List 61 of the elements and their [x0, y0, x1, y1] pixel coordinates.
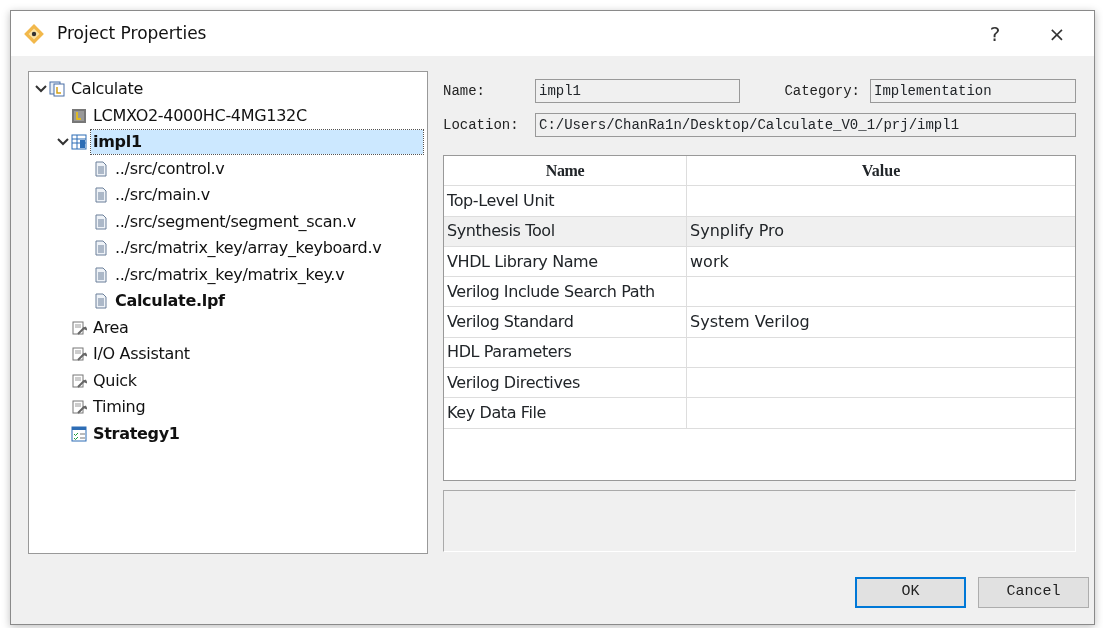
- file-icon: [93, 293, 109, 310]
- property-name: Key Data File: [447, 402, 546, 424]
- table-row[interactable]: Verilog Directives: [444, 368, 1075, 399]
- name-label: Name:: [443, 81, 486, 101]
- property-name: HDL Parameters: [447, 341, 572, 364]
- category-field[interactable]: Implementation: [870, 79, 1076, 103]
- checklist-icon: [71, 425, 87, 442]
- table-row[interactable]: Verilog Include Search Path: [444, 277, 1075, 308]
- dialog-button[interactable]: Cancel: [978, 577, 1089, 608]
- tree-item[interactable]: ../src/main.v: [113, 183, 212, 208]
- property-name: Verilog Standard: [447, 311, 574, 334]
- name-field[interactable]: impl1: [535, 79, 740, 103]
- wrench-document-icon: [71, 319, 87, 336]
- file-icon: [93, 266, 109, 283]
- tree-item[interactable]: Strategy1: [91, 421, 182, 446]
- category-label: Category:: [784, 81, 860, 101]
- table-row[interactable]: Top-Level Unit: [444, 186, 1075, 217]
- column-header: Value: [860, 160, 902, 181]
- tree-item[interactable]: ../src/segment/segment_scan.v: [113, 209, 358, 234]
- property-name: Synthesis Tool: [447, 220, 555, 243]
- table-row[interactable]: Verilog Standard System Verilog: [444, 307, 1075, 338]
- file-icon: [93, 187, 109, 204]
- table-row[interactable]: Key Data File: [444, 398, 1075, 429]
- tree-item[interactable]: LCMXO2-4000HC-4MG132C: [91, 103, 309, 128]
- tree-item[interactable]: ../src/matrix_key/matrix_key.v: [113, 262, 347, 287]
- app-logo-icon: [23, 22, 45, 45]
- property-name: Top-Level Unit: [447, 189, 555, 212]
- property-name: Verilog Directives: [447, 371, 580, 394]
- tree-item[interactable]: impl1: [91, 130, 423, 155]
- wrench-document-icon: [71, 346, 87, 363]
- dialog-button[interactable]: OK: [855, 577, 966, 608]
- tree-item[interactable]: Timing: [91, 395, 148, 420]
- tree-item[interactable]: Calculate: [69, 77, 146, 102]
- file-icon: [93, 160, 109, 177]
- tree-item[interactable]: ../src/control.v: [113, 156, 227, 181]
- wrench-document-icon: [71, 399, 87, 416]
- table-row[interactable]: Synthesis Tool Synplify Pro: [444, 216, 1075, 247]
- close-button[interactable]: ×: [1032, 22, 1082, 45]
- window-title: Project Properties: [57, 21, 207, 45]
- wrench-document-icon: [71, 372, 87, 389]
- file-icon: [93, 213, 109, 230]
- tree-item[interactable]: Area: [91, 315, 131, 340]
- column-header: Name: [444, 156, 687, 186]
- help-button[interactable]: ?: [970, 22, 1020, 45]
- location-field[interactable]: C:/Users/ChanRa1n/Desktop/Calculate_V0_1/prj/impl1: [535, 113, 1076, 137]
- project-icon: [49, 81, 65, 98]
- implementation-icon: [71, 134, 87, 151]
- chip-icon: [71, 107, 87, 124]
- property-value: System Verilog: [690, 311, 810, 334]
- property-name: Verilog Include Search Path: [447, 280, 655, 303]
- table-row[interactable]: HDL Parameters: [444, 337, 1075, 369]
- table-row[interactable]: VHDL Library Name work: [444, 246, 1075, 278]
- tree-item[interactable]: Quick: [91, 368, 139, 393]
- property-name: VHDL Library Name: [447, 250, 598, 273]
- tree-item[interactable]: I/O Assistant: [91, 342, 192, 367]
- tree-item[interactable]: Calculate.lpf: [113, 289, 227, 314]
- property-value: work: [690, 250, 729, 273]
- location-label: Location:: [443, 115, 520, 135]
- tree-item[interactable]: ../src/matrix_key/array_keyboard.v: [113, 236, 384, 261]
- file-icon: [93, 240, 109, 257]
- property-value: Synplify Pro: [690, 220, 785, 243]
